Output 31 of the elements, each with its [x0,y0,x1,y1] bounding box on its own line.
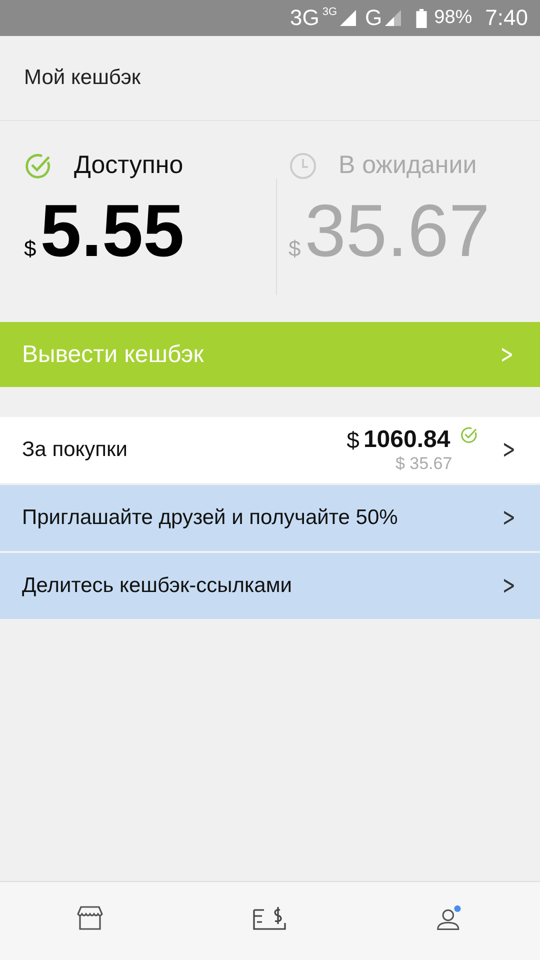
balance-label: В ожидании [338,151,477,180]
menu-row[interactable]: Делитесь кешбэк-ссылками > [0,553,540,619]
purchases-amount: 1060.84 [363,426,450,454]
signal-icon [340,10,356,26]
clock: 7:40 [485,5,528,31]
row-label: Приглашайте друзей и получайте 50% [22,506,399,530]
network-sup-label: 3G [322,6,338,18]
cheque-icon[interactable] [252,904,288,932]
signal-icon [385,10,402,26]
chevron: > [502,571,516,601]
page-title: Мой кешбэк [24,66,141,90]
battery-level: 98% [434,7,472,29]
network-label: 3G [290,5,320,31]
clock-icon [288,152,316,180]
check-circle-icon [460,426,478,444]
battery-icon [416,8,428,28]
menu-row[interactable]: Приглашайте друзей и получайте 50% > [0,485,540,551]
store-icon[interactable] [76,904,104,932]
balance-label: Доступно [74,151,184,180]
check-circle-icon [24,152,52,180]
pending-amount: $ 35.67 [395,454,452,474]
row-label: Делитесь кешбэк-ссылками [22,574,294,598]
currency-sign: $ [288,236,301,262]
currency-sign: $ [346,426,360,454]
network-label: G [365,5,382,31]
chevron: > [502,503,516,533]
row-label: За покупки [22,438,128,462]
balance-amount: 35.67 [304,194,490,268]
chevron: > [502,435,516,465]
balance-amount: 5.55 [40,194,184,268]
currency-sign: $ [24,236,36,262]
